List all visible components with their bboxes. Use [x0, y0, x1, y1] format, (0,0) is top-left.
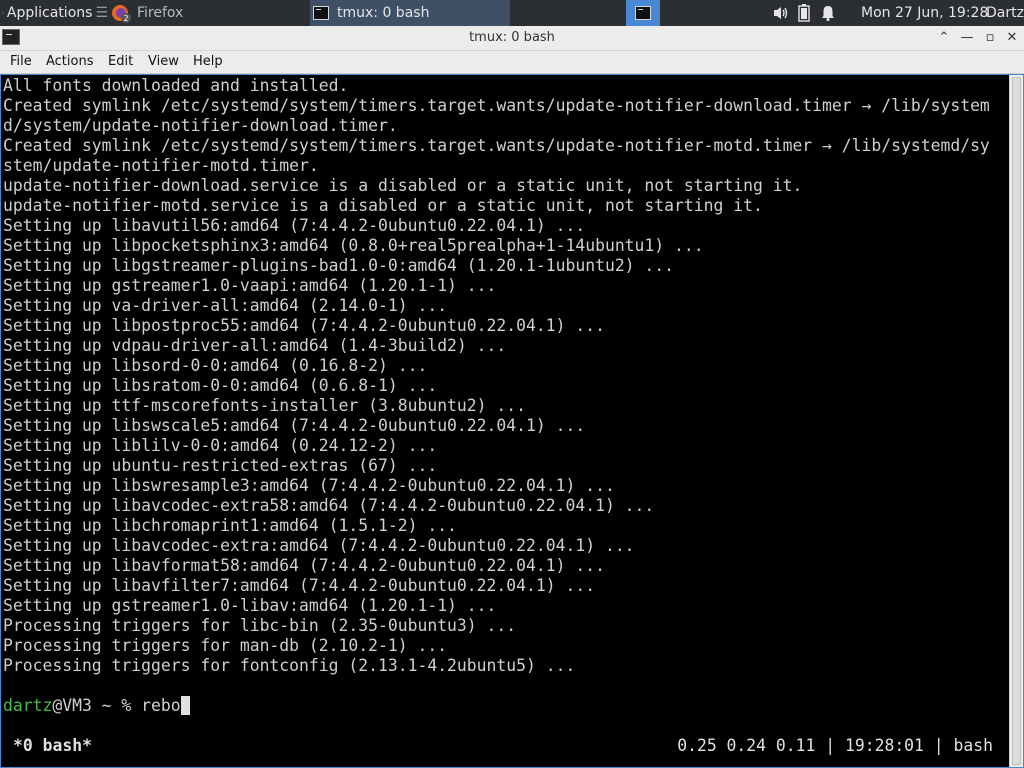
workspace-terminal-button[interactable] [626, 0, 660, 26]
menu-actions[interactable]: Actions [43, 53, 97, 71]
terminal-line: Processing triggers for fontconfig (2.13… [3, 656, 576, 675]
svg-text:2: 2 [123, 14, 128, 23]
terminal-icon [313, 6, 329, 20]
terminal-line: update-notifier-download.service is a di… [3, 176, 803, 195]
terminal-line: Setting up gstreamer1.0-vaapi:amd64 (1.2… [3, 276, 497, 295]
terminal-line: Setting up libavcodec-extra58:amd64 (7:4… [3, 496, 655, 515]
firefox-icon: 2 [112, 5, 131, 23]
terminal-line: Setting up ubuntu-restricted-extras (67)… [3, 456, 438, 475]
terminal-line: Setting up libchromaprint1:amd64 (1.5.1-… [3, 516, 457, 535]
terminal-line: Setting up libsord-0-0:amd64 (0.16.8-2) … [3, 356, 428, 375]
applications-separator-icon: ☰ [95, 5, 108, 21]
menubar: File Actions Edit View Help [0, 51, 1024, 74]
menu-edit[interactable]: Edit [105, 53, 136, 71]
prompt-line[interactable]: dartz@VM3 ~ % rebo [3, 696, 190, 716]
notification-bell-icon[interactable] [820, 5, 836, 21]
terminal-output: All fonts downloaded and installed. Creat… [3, 76, 1008, 676]
terminal-line: stem/update-notifier-motd.timer. [3, 156, 319, 175]
clock[interactable]: Mon 27 Jun, 19:28 [861, 0, 988, 26]
terminal-scrollbar[interactable] [1009, 75, 1023, 767]
system-tray [772, 0, 862, 26]
taskbar-tmux[interactable]: tmux: 0 bash [310, 0, 510, 26]
applications-menu-button[interactable]: Applications ☰ [0, 0, 108, 26]
xfce-logo-icon [2, 12, 4, 14]
terminal-line: Setting up libavutil56:amd64 (7:4.4.2-0u… [3, 216, 586, 235]
menu-help[interactable]: Help [190, 53, 226, 71]
terminal-line: Processing triggers for man-db (2.10.2-1… [3, 636, 448, 655]
text-cursor [180, 696, 190, 715]
top-panel: Applications ☰ 2 Firefox tmux: 0 bash Mo… [0, 0, 1024, 26]
applications-label: Applications [6, 5, 93, 21]
terminal-line: All fonts downloaded and installed. [3, 76, 349, 95]
terminal-line: Setting up libavfilter7:amd64 (7:4.4.2-0… [3, 576, 596, 595]
terminal-view[interactable]: All fonts downloaded and installed. Creat… [0, 74, 1024, 768]
terminal-icon [635, 6, 651, 20]
maximize-icon[interactable]: ▫ [981, 29, 999, 47]
terminal-line: Setting up libswscale5:amd64 (7:4.4.2-0u… [3, 416, 586, 435]
menu-view[interactable]: View [145, 53, 182, 71]
terminal-line: Setting up ttf-mscorefonts-installer (3.… [3, 396, 527, 415]
tmux-status-right: 0.25 0.24 0.11 | 19:28:01 | bash [677, 736, 993, 755]
terminal-line: update-notifier-motd.service is a disabl… [3, 196, 763, 215]
terminal-line: Setting up libavcodec-extra:amd64 (7:4.4… [3, 536, 635, 555]
terminal-line: Setting up libswresample3:amd64 (7:4.4.2… [3, 476, 615, 495]
prompt-host-path: @VM3 ~ % [52, 696, 142, 715]
scrollbar-thumb[interactable] [1012, 77, 1021, 765]
terminal-line: Setting up libgstreamer-plugins-bad1.0-0… [3, 256, 675, 275]
terminal-line: Setting up libsratom-0-0:amd64 (0.6.8-1)… [3, 376, 438, 395]
terminal-line: Processing triggers for libc-bin (2.35-0… [3, 616, 517, 635]
window-titlebar[interactable]: tmux: 0 bash ⌃ — ▫ ✕ [0, 26, 1024, 51]
firefox-label: Firefox [137, 5, 184, 21]
terminal-line: Created symlink /etc/systemd/system/time… [3, 96, 990, 115]
volume-icon[interactable] [772, 5, 790, 21]
taskbar-firefox[interactable]: 2 Firefox [110, 0, 308, 26]
tmux-status-bar: *0 bash* 0.25 0.24 0.11 | 19:28:01 | bas… [3, 736, 1008, 756]
window-title: tmux: 0 bash [469, 30, 555, 45]
terminal-line: Setting up libpostproc55:amd64 (7:4.4.2-… [3, 316, 605, 335]
prompt-user: dartz [3, 696, 53, 715]
minimize-icon[interactable]: — [958, 29, 976, 47]
terminal-line: Setting up libavformat58:amd64 (7:4.4.2-… [3, 556, 605, 575]
terminal-line: Setting up libpocketsphinx3:amd64 (0.8.0… [3, 236, 704, 255]
tmux-window-label[interactable]: *0 bash* [13, 736, 92, 756]
tmux-task-label: tmux: 0 bash [337, 5, 430, 21]
menu-file[interactable]: File [7, 53, 35, 71]
battery-icon[interactable] [798, 4, 810, 22]
terminal-line: Setting up gstreamer1.0-libav:amd64 (1.2… [3, 596, 497, 615]
user-menu[interactable]: Dartz [986, 0, 1024, 26]
command-input[interactable]: rebo [141, 696, 180, 715]
terminal-line: Setting up va-driver-all:amd64 (2.14.0-1… [3, 296, 448, 315]
close-icon[interactable]: ✕ [1003, 29, 1021, 47]
shade-icon[interactable]: ⌃ [935, 29, 953, 47]
terminal-line: Created symlink /etc/systemd/system/time… [3, 136, 990, 155]
terminal-line: Setting up liblilv-0-0:amd64 (0.24.12-2)… [3, 436, 438, 455]
terminal-line: Setting up vdpau-driver-all:amd64 (1.4-3… [3, 336, 507, 355]
terminal-line: d/system/update-notifier-download.timer. [3, 116, 398, 135]
